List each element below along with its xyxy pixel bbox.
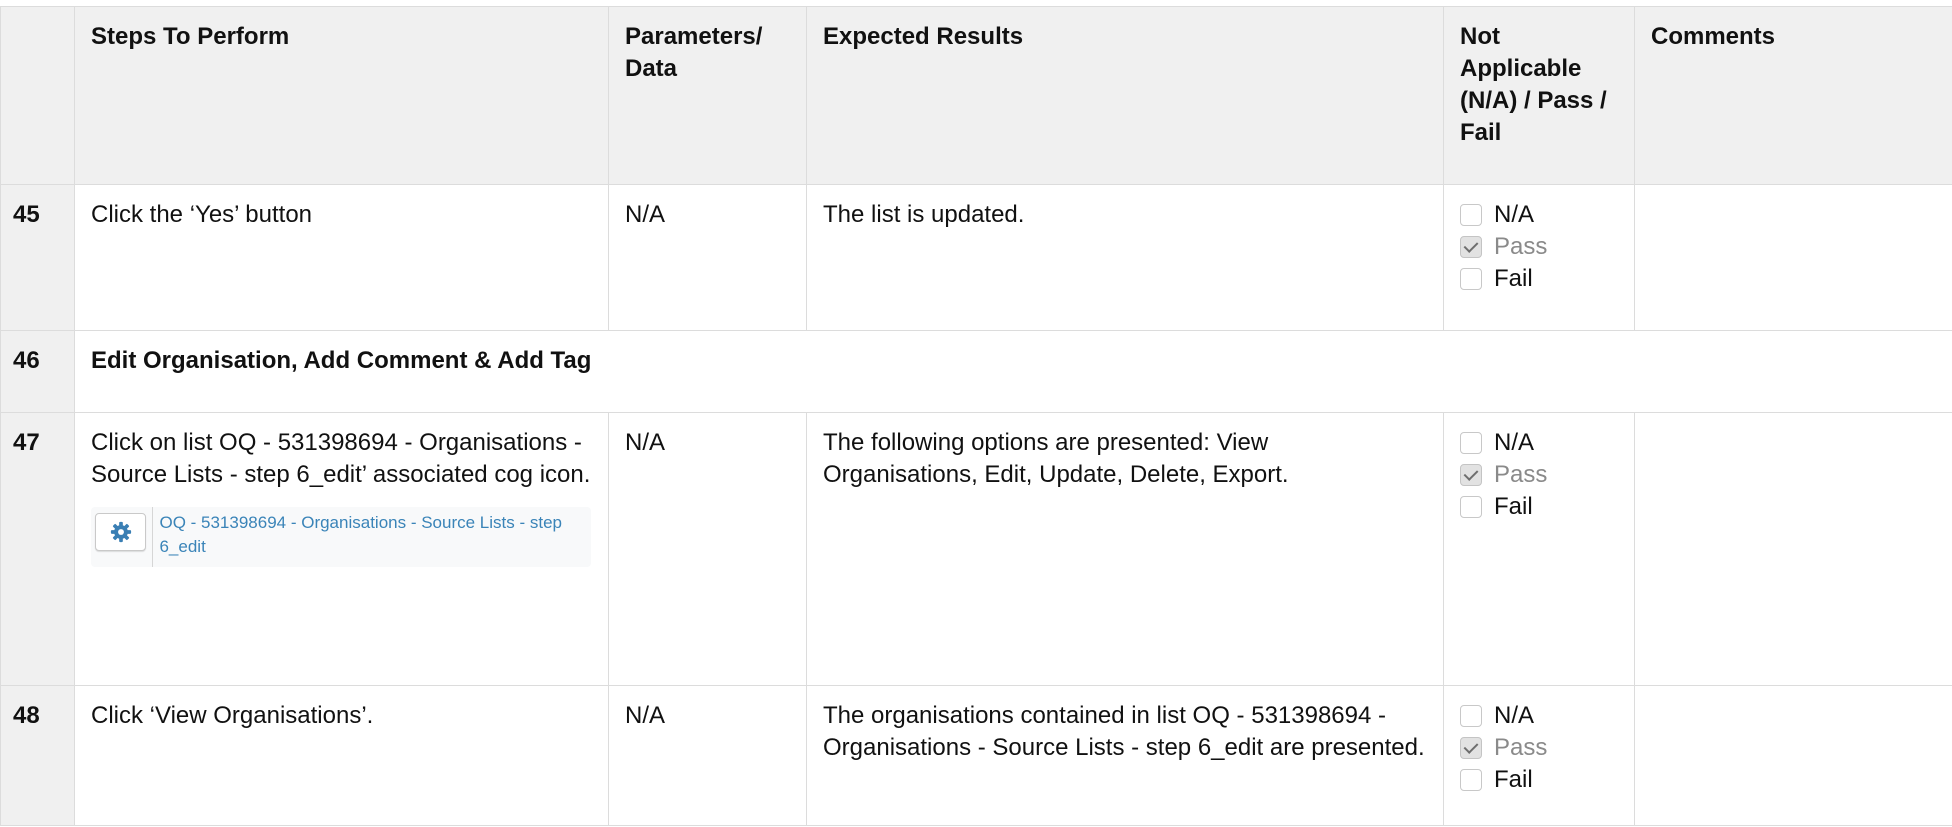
test-steps-table: Steps To Perform Parameters/ Data Expect…	[0, 6, 1952, 826]
status-option-fail[interactable]: Fail	[1460, 263, 1618, 295]
status-option-pass[interactable]: Pass	[1460, 231, 1618, 263]
checkbox-fail[interactable]	[1460, 268, 1482, 290]
status-cell: N/A Pass Fail	[1443, 184, 1635, 331]
step-text: Click on list OQ - 531398694 - Organisat…	[91, 429, 591, 488]
section-title: Edit Organisation, Add Comment & Add Tag	[74, 330, 1952, 413]
table-row: 45 Click the ‘Yes’ button N/A The list i…	[0, 184, 1952, 331]
step-text: Click ‘View Organisations’.	[74, 685, 609, 826]
comments-cell[interactable]	[1634, 184, 1952, 331]
table-row: 48 Click ‘View Organisations’. N/A The o…	[0, 685, 1952, 826]
header-status: Not Applicable (N/A) / Pass / Fail	[1443, 6, 1635, 185]
checkbox-na[interactable]	[1460, 204, 1482, 226]
status-label-na: N/A	[1494, 201, 1535, 228]
status-option-na[interactable]: N/A	[1460, 700, 1618, 732]
parameters-cell: N/A	[608, 412, 807, 686]
table-row: 47 Click on list OQ - 531398694 - Organi…	[0, 412, 1952, 686]
step-number: 46	[0, 330, 75, 413]
status-label-na: N/A	[1494, 429, 1535, 456]
list-link[interactable]: OQ - 531398694 - Organisations - Source …	[152, 507, 591, 567]
comments-cell[interactable]	[1634, 685, 1952, 826]
status-options: N/A Pass Fail	[1460, 427, 1618, 523]
cog-button[interactable]	[95, 513, 147, 551]
checkbox-na[interactable]	[1460, 705, 1482, 727]
status-label-pass: Pass	[1494, 461, 1548, 488]
step-number: 47	[0, 412, 75, 686]
status-label-fail: Fail	[1494, 493, 1533, 520]
header-row: Steps To Perform Parameters/ Data Expect…	[0, 6, 1952, 185]
expected-result: The following options are presented: Vie…	[806, 412, 1444, 686]
status-options: N/A Pass Fail	[1460, 700, 1618, 796]
status-label-pass: Pass	[1494, 734, 1548, 761]
status-option-pass[interactable]: Pass	[1460, 459, 1618, 491]
step-cell: Click on list OQ - 531398694 - Organisat…	[74, 412, 609, 686]
status-option-fail[interactable]: Fail	[1460, 764, 1618, 796]
status-cell: N/A Pass Fail	[1443, 412, 1635, 686]
status-label-fail: Fail	[1494, 766, 1533, 793]
header-number	[0, 6, 75, 185]
checkmark-icon[interactable]	[1460, 737, 1482, 759]
status-label-fail: Fail	[1494, 265, 1533, 292]
step-number: 48	[0, 685, 75, 826]
checkmark-icon[interactable]	[1460, 236, 1482, 258]
header-comments: Comments	[1634, 6, 1952, 185]
expected-result: The list is updated.	[806, 184, 1444, 331]
section-row: 46 Edit Organisation, Add Comment & Add …	[0, 330, 1952, 413]
list-item-screenshot: OQ - 531398694 - Organisations - Source …	[91, 507, 591, 567]
checkbox-fail[interactable]	[1460, 769, 1482, 791]
checkmark-icon[interactable]	[1460, 464, 1482, 486]
parameters-cell: N/A	[608, 685, 807, 826]
expected-result: The organisations contained in list OQ -…	[806, 685, 1444, 826]
status-label-na: N/A	[1494, 702, 1535, 729]
header-expected-results: Expected Results	[806, 6, 1444, 185]
header-parameters: Parameters/ Data	[608, 6, 807, 185]
status-label-pass: Pass	[1494, 233, 1548, 260]
status-options: N/A Pass Fail	[1460, 199, 1618, 295]
cog-icon	[110, 521, 131, 543]
step-number: 45	[0, 184, 75, 331]
checkbox-na[interactable]	[1460, 432, 1482, 454]
status-option-na[interactable]: N/A	[1460, 199, 1618, 231]
status-option-fail[interactable]: Fail	[1460, 491, 1618, 523]
status-cell: N/A Pass Fail	[1443, 685, 1635, 826]
step-text: Click the ‘Yes’ button	[74, 184, 609, 331]
header-steps: Steps To Perform	[74, 6, 609, 185]
comments-cell[interactable]	[1634, 412, 1952, 686]
checkbox-fail[interactable]	[1460, 496, 1482, 518]
parameters-cell: N/A	[608, 184, 807, 331]
status-option-pass[interactable]: Pass	[1460, 732, 1618, 764]
status-option-na[interactable]: N/A	[1460, 427, 1618, 459]
